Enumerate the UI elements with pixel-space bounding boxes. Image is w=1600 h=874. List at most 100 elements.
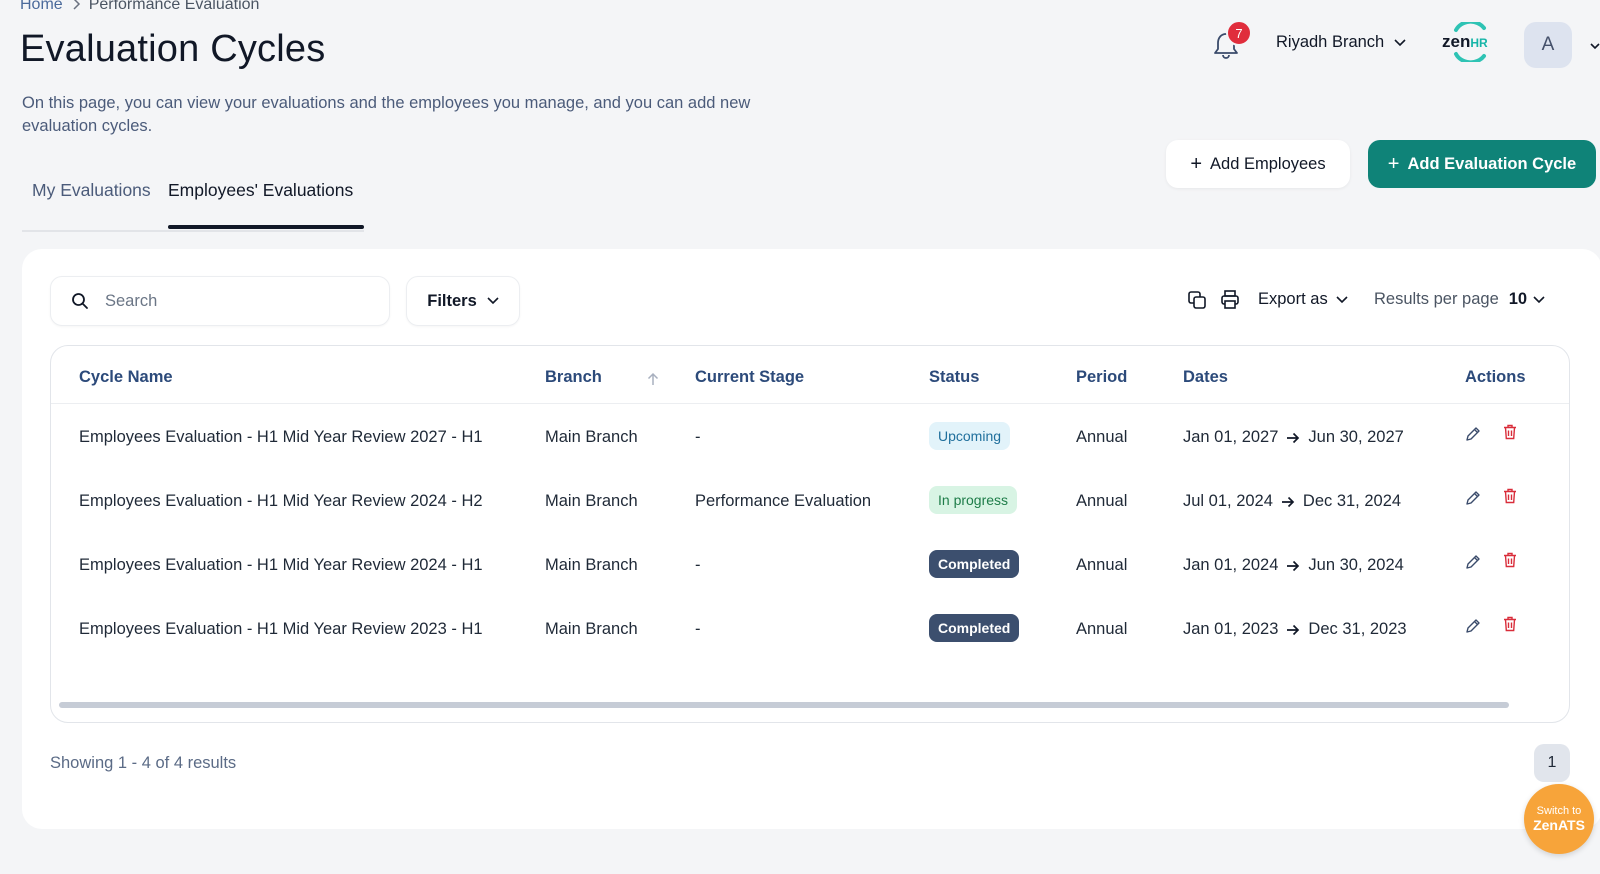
print-icon	[1221, 290, 1239, 309]
export-dropdown[interactable]: Export as	[1258, 290, 1348, 309]
plus-icon: +	[1387, 152, 1400, 175]
column-header-status[interactable]: Status	[929, 368, 979, 387]
column-header-actions: Actions	[1465, 368, 1526, 386]
user-menu-chevron[interactable]	[1590, 38, 1600, 56]
branch-cell: Main Branch	[545, 556, 638, 574]
cycle-name-cell[interactable]: Employees Evaluation - H1 Mid Year Revie…	[79, 556, 483, 575]
print-button[interactable]	[1221, 290, 1239, 315]
plus-icon: +	[1190, 152, 1203, 175]
column-header-period[interactable]: Period	[1076, 368, 1127, 387]
notification-count-badge: 7	[1226, 20, 1252, 46]
chevron-down-icon	[1394, 38, 1406, 46]
filters-label: Filters	[427, 291, 477, 310]
add-cycle-label: Add Evaluation Cycle	[1407, 154, 1577, 173]
start-date: Jul 01, 2024	[1183, 492, 1273, 510]
horizontal-scrollbar[interactable]	[59, 702, 1509, 708]
search-icon	[72, 293, 88, 309]
dates-cell: Jan 01, 2027 Jun 30, 2027	[1183, 428, 1404, 447]
start-date: Jan 01, 2024	[1183, 556, 1279, 574]
add-employees-button[interactable]: + Add Employees	[1166, 140, 1350, 188]
page-title: Evaluation Cycles	[20, 28, 326, 70]
tab-my-evaluations[interactable]: My Evaluations	[32, 180, 151, 201]
start-date: Jan 01, 2023	[1183, 620, 1279, 638]
trash-icon[interactable]	[1503, 424, 1517, 440]
start-date: Jan 01, 2027	[1183, 428, 1279, 446]
arrow-right-icon	[1287, 560, 1300, 572]
status-badge: Upcoming	[929, 422, 1011, 450]
chevron-right-icon	[71, 0, 81, 13]
pencil-icon[interactable]	[1465, 426, 1481, 442]
sort-up-icon[interactable]	[647, 372, 659, 386]
stage-cell: -	[695, 428, 701, 446]
branch-cell: Main Branch	[545, 620, 638, 638]
pencil-icon[interactable]	[1465, 490, 1481, 506]
status-badge: In progress	[929, 486, 1018, 514]
switch-line-1: Switch to	[1536, 805, 1582, 817]
cycle-name-cell[interactable]: Employees Evaluation - H1 Mid Year Revie…	[79, 620, 483, 639]
user-avatar[interactable]: A	[1524, 22, 1572, 68]
branch-label: Riyadh Branch	[1276, 33, 1385, 51]
period-cell: Annual	[1076, 556, 1128, 574]
arrow-right-icon	[1287, 432, 1300, 444]
status-badge: Completed	[929, 550, 1020, 578]
switch-to-zenats-button[interactable]: Switch to ZenATS	[1524, 784, 1594, 854]
branch-cell: Main Branch	[545, 428, 638, 446]
logo-main: zen	[1442, 32, 1471, 51]
chevron-down-icon	[1336, 295, 1348, 303]
results-summary: Showing 1 - 4 of 4 results	[50, 754, 237, 772]
results-per-page-value: 10	[1508, 290, 1528, 308]
results-per-page-select[interactable]: 10	[1509, 290, 1545, 309]
logo-sub: HR	[1470, 36, 1488, 50]
cycle-name-cell[interactable]: Employees Evaluation - H1 Mid Year Revie…	[79, 428, 483, 447]
table-row[interactable]: Employees Evaluation - H1 Mid Year Revie…	[51, 532, 1569, 598]
pencil-icon[interactable]	[1465, 618, 1481, 634]
trash-icon[interactable]	[1503, 616, 1517, 632]
table-row[interactable]: Employees Evaluation - H1 Mid Year Revie…	[51, 404, 1569, 470]
trash-icon[interactable]	[1503, 488, 1517, 504]
chevron-down-icon	[1590, 43, 1600, 50]
end-date: Dec 31, 2024	[1302, 492, 1402, 510]
dates-cell: Jan 01, 2023 Dec 31, 2023	[1183, 620, 1407, 639]
page-description: On this page, you can view your evaluati…	[22, 94, 751, 135]
results-per-page-label: Results per page	[1374, 290, 1499, 308]
active-tab-indicator	[168, 225, 364, 229]
pagination-page-1[interactable]: 1	[1534, 744, 1570, 782]
results-per-page: Results per page 10	[1374, 290, 1545, 309]
zenhr-logo: zenHR	[1442, 22, 1498, 62]
stage-cell: Performance Evaluation	[695, 492, 872, 510]
filters-button[interactable]: Filters	[406, 276, 520, 326]
period-cell: Annual	[1076, 620, 1128, 638]
table-row[interactable]: Employees Evaluation - H1 Mid Year Revie…	[51, 468, 1569, 534]
stage-cell: -	[695, 620, 701, 638]
column-header-current-stage[interactable]: Current Stage	[695, 368, 804, 387]
end-date: Jun 30, 2024	[1308, 556, 1404, 574]
add-evaluation-cycle-button[interactable]: + Add Evaluation Cycle	[1368, 140, 1596, 188]
breadcrumb: Home Performance Evaluation	[20, 0, 259, 14]
status-badge: Completed	[929, 614, 1020, 642]
branch-cell: Main Branch	[545, 492, 638, 510]
chevron-down-icon	[1533, 295, 1545, 303]
search-box[interactable]	[50, 276, 390, 326]
column-header-cycle-name[interactable]: Cycle Name	[79, 368, 173, 387]
pencil-icon[interactable]	[1465, 554, 1481, 570]
column-header-dates[interactable]: Dates	[1183, 368, 1228, 387]
breadcrumb-home-link[interactable]: Home	[20, 0, 63, 14]
copy-icon	[1188, 291, 1206, 309]
period-cell: Annual	[1076, 492, 1128, 510]
column-header-branch[interactable]: Branch	[545, 368, 602, 387]
table-row[interactable]: Employees Evaluation - H1 Mid Year Revie…	[51, 596, 1569, 662]
branch-selector[interactable]: Riyadh Branch	[1276, 33, 1406, 52]
stage-cell: -	[695, 556, 701, 574]
chevron-down-icon	[487, 297, 499, 305]
tab-employees-evaluations[interactable]: Employees' Evaluations	[168, 180, 353, 201]
trash-icon[interactable]	[1503, 552, 1517, 568]
period-cell: Annual	[1076, 428, 1128, 446]
evaluation-tabs: My Evaluations Employees' Evaluations	[22, 180, 364, 232]
copy-button[interactable]	[1188, 291, 1206, 314]
breadcrumb-current: Performance Evaluation	[88, 0, 260, 13]
search-input[interactable]	[103, 290, 357, 312]
arrow-right-icon	[1281, 496, 1295, 508]
cycle-name-cell[interactable]: Employees Evaluation - H1 Mid Year Revie…	[79, 492, 483, 511]
dates-cell: Jul 01, 2024 Dec 31, 2024	[1183, 492, 1401, 511]
evaluation-cycles-table: Cycle Name Branch Current Stage Status P…	[50, 345, 1570, 723]
